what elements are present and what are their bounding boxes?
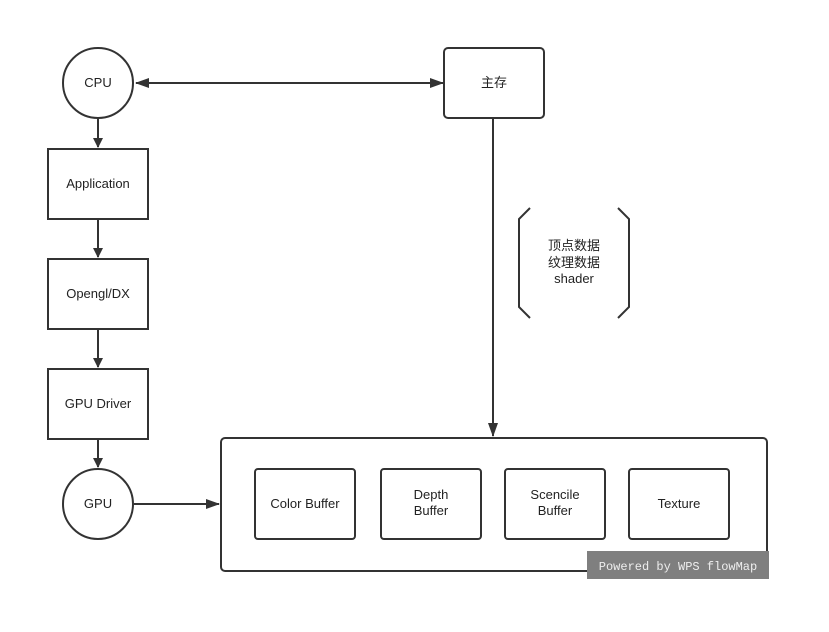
cpu-node[interactable]: CPU (62, 47, 134, 119)
data-annotation: 顶点数据 纹理数据 shader (518, 207, 630, 319)
annotation-shader: shader (554, 271, 594, 286)
watermark: Powered by WPS flowMap (587, 551, 769, 579)
main-memory-node[interactable]: 主存 (443, 47, 545, 119)
color-buffer-label: Color Buffer (270, 496, 340, 511)
stencil-buffer-label-2: Buffer (538, 503, 573, 518)
cpu-label: CPU (84, 75, 111, 90)
annotation-vertex-data: 顶点数据 (548, 238, 600, 253)
stencil-buffer-label-1: Scencile (530, 487, 579, 502)
color-buffer-node[interactable]: Color Buffer (254, 468, 356, 540)
annotation-texture-data: 纹理数据 (548, 255, 600, 270)
opengl-label: Opengl/DX (66, 286, 130, 301)
stencil-buffer-node[interactable]: Scencile Buffer (504, 468, 606, 540)
depth-buffer-label-2: Buffer (414, 503, 449, 518)
gpu-label: GPU (84, 496, 112, 511)
texture-node[interactable]: Texture (628, 468, 730, 540)
main-memory-label: 主存 (481, 75, 507, 90)
application-node[interactable]: Application (47, 148, 149, 220)
texture-label: Texture (658, 496, 701, 511)
gpu-driver-label: GPU Driver (65, 396, 132, 411)
gpu-driver-node[interactable]: GPU Driver (47, 368, 149, 440)
gpu-node[interactable]: GPU (62, 468, 134, 540)
depth-buffer-node[interactable]: Depth Buffer (380, 468, 482, 540)
watermark-text: Powered by WPS flowMap (599, 560, 757, 574)
depth-buffer-label-1: Depth (414, 487, 449, 502)
diagram-canvas: CPU Application Opengl/DX GPU Driver GPU… (47, 47, 769, 579)
opengl-node[interactable]: Opengl/DX (47, 258, 149, 330)
application-label: Application (66, 176, 130, 191)
